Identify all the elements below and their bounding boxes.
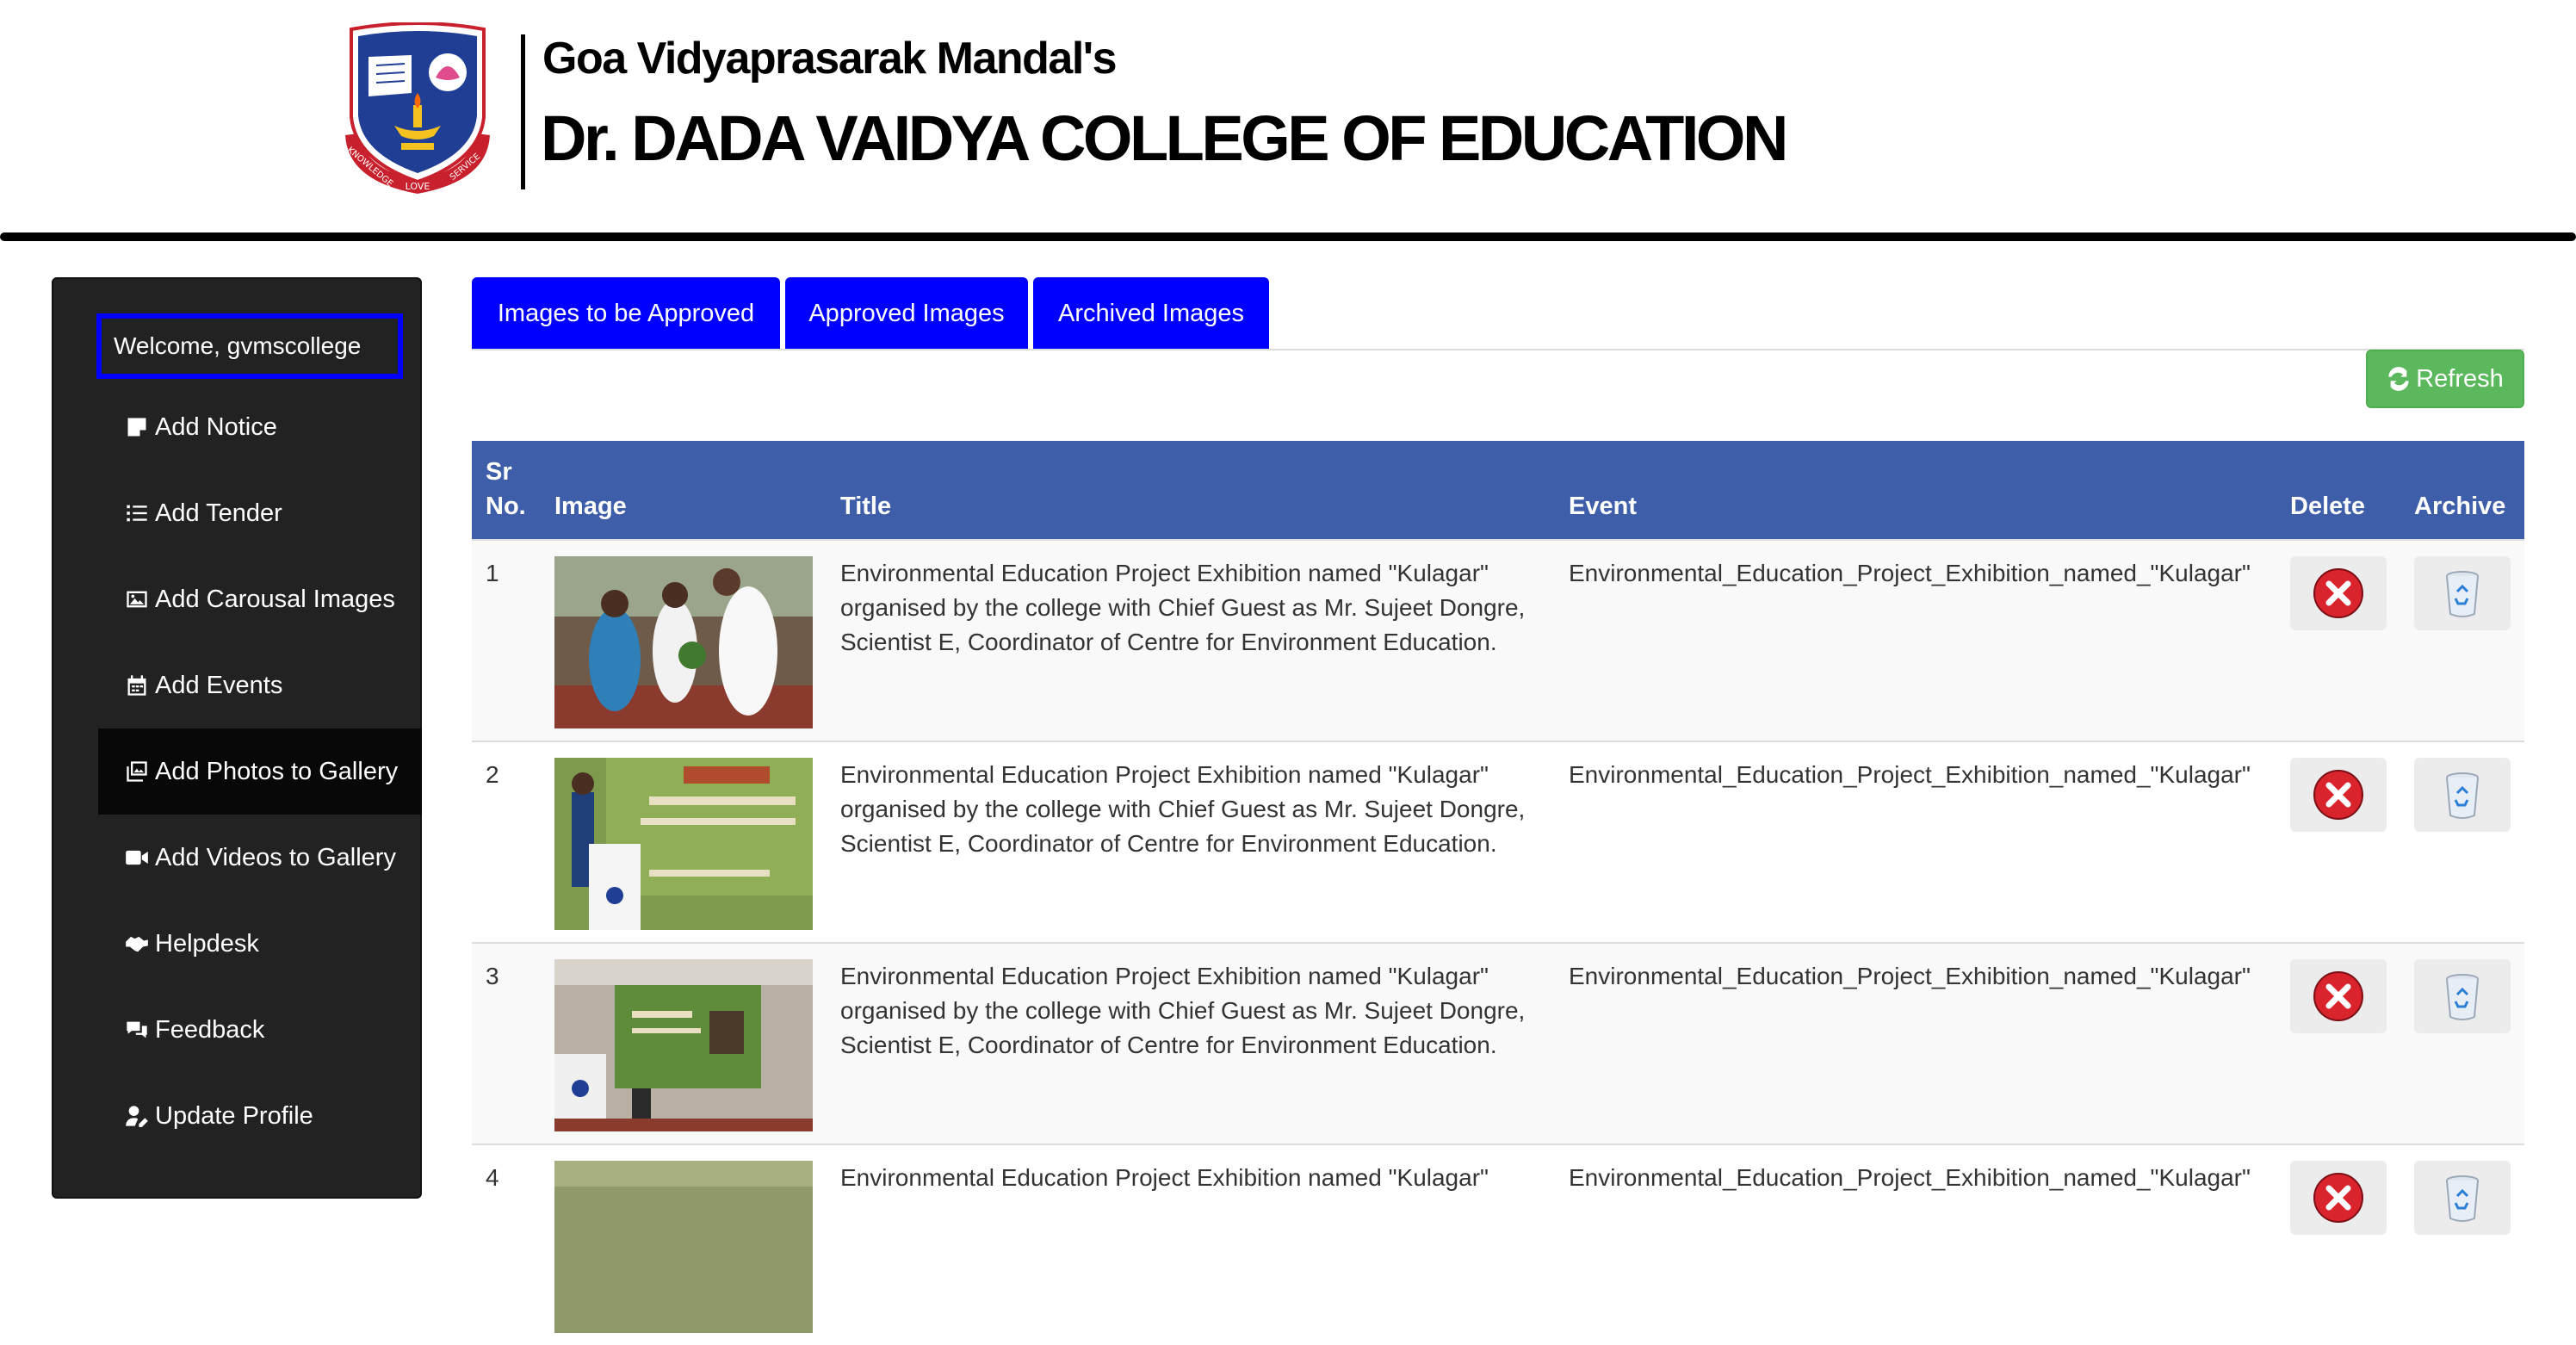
row-title: Environmental Education Project Exhibiti… (840, 1164, 1489, 1191)
refresh-icon (2388, 367, 2409, 391)
header-bottom-line (0, 232, 2576, 241)
row-event: Environmental_Education_Project_Exhibiti… (1569, 560, 2251, 586)
college-name: Dr. DADA VAIDYA COLLEGE OF EDUCATION (541, 102, 1788, 174)
tab-approved-images[interactable]: Approved Images (785, 277, 1028, 350)
sidebar-item-label: Add Tender (155, 499, 282, 527)
comments-icon (124, 1017, 150, 1043)
row-sr-no: 1 (486, 560, 499, 586)
tab-archived-images[interactable]: Archived Images (1033, 277, 1269, 350)
tab-images-to-be-approved[interactable]: Images to be Approved (472, 277, 780, 350)
image-icon (124, 586, 150, 612)
recycle-bin-icon (2446, 772, 2479, 819)
row-thumbnail[interactable] (554, 1161, 813, 1333)
user-edit-icon (124, 1103, 150, 1129)
images-icon (124, 759, 150, 784)
sidebar-item-label: Add Carousal Images (155, 585, 395, 613)
sidebar-item-helpdesk[interactable]: Helpdesk (98, 901, 422, 987)
delete-button[interactable] (2290, 959, 2387, 1033)
sidebar-item-label: Add Notice (155, 412, 277, 441)
table-row: 3 Environmental Education Project Exhibi… (472, 942, 2524, 1144)
archive-button[interactable] (2414, 758, 2511, 832)
row-event: Environmental_Education_Project_Exhibiti… (1569, 1164, 2251, 1191)
sidebar-item-add-notice[interactable]: Add Notice (98, 384, 422, 470)
logo-motto-middle: LOVE (406, 181, 430, 192)
sidebar-item-label: Add Videos to Gallery (155, 843, 396, 871)
row-thumbnail[interactable] (554, 556, 813, 728)
row-thumbnail[interactable] (554, 959, 813, 1131)
sidebar-item-add-events[interactable]: Add Events (98, 642, 422, 728)
row-sr-no: 2 (486, 761, 499, 788)
sidebar-item-add-carousal-images[interactable]: Add Carousal Images (98, 556, 422, 642)
sidebar-item-label: Add Events (155, 671, 283, 699)
images-table: Sr No. Image Title Event Delete Archive … (472, 441, 2524, 1345)
refresh-button[interactable]: Refresh (2366, 350, 2524, 408)
sidebar-item-label: Helpdesk (155, 929, 259, 958)
row-sr-no: 3 (486, 963, 499, 989)
sidebar-item-label: Add Photos to Gallery (155, 757, 399, 785)
header-event: Event (1569, 493, 1637, 520)
row-thumbnail[interactable] (554, 758, 813, 930)
delete-button[interactable] (2290, 556, 2387, 630)
table-row: 4 Environmental Education Project Exhibi… (472, 1144, 2524, 1345)
sidebar-item-add-videos-to-gallery[interactable]: Add Videos to Gallery (98, 815, 422, 901)
sidebar-item-add-photos-to-gallery[interactable]: Add Photos to Gallery (98, 728, 422, 815)
header-delete: Delete (2290, 493, 2366, 520)
sticky-note-icon (124, 414, 150, 440)
recycle-bin-icon (2446, 974, 2479, 1020)
sidebar-item-add-tender[interactable]: Add Tender (98, 470, 422, 556)
sidebar-item-update-profile[interactable]: Update Profile (98, 1073, 422, 1159)
header-divider (521, 34, 525, 189)
header-title: Title (840, 493, 892, 520)
org-name: Goa Vidyaprasarak Mandal's (542, 34, 1118, 84)
delete-x-icon (2313, 1173, 2363, 1223)
sidebar-item-label: Feedback (155, 1015, 265, 1044)
recycle-bin-icon (2446, 1175, 2479, 1222)
archive-button[interactable] (2414, 556, 2511, 630)
archive-button[interactable] (2414, 1161, 2511, 1235)
row-title: Environmental Education Project Exhibiti… (840, 963, 1526, 1058)
row-event: Environmental_Education_Project_Exhibiti… (1569, 963, 2251, 989)
refresh-label: Refresh (2416, 364, 2504, 393)
calendar-icon (124, 672, 150, 698)
admin-sidebar: Welcome, gvmscollege Add Notice Add Tend… (52, 277, 422, 1199)
table-row: 2 Environmental Education Project Exhibi… (472, 741, 2524, 942)
header-sr-line1: Sr (486, 458, 512, 486)
delete-x-icon (2313, 568, 2363, 618)
handshake-icon (124, 931, 150, 957)
header-image: Image (554, 493, 627, 520)
archive-button[interactable] (2414, 959, 2511, 1033)
row-title: Environmental Education Project Exhibiti… (840, 560, 1526, 655)
delete-button[interactable] (2290, 1161, 2387, 1235)
video-icon (124, 845, 150, 871)
welcome-user[interactable]: Welcome, gvmscollege (96, 313, 403, 379)
header-sr-line2: No. (486, 493, 526, 520)
recycle-bin-icon (2446, 571, 2479, 617)
delete-x-icon (2313, 971, 2363, 1021)
row-event: Environmental_Education_Project_Exhibiti… (1569, 761, 2251, 788)
row-title: Environmental Education Project Exhibiti… (840, 761, 1526, 857)
table-row: 1 Environmental Education Project Exhibi… (472, 539, 2524, 741)
college-crest-logo: LOVE KNOWLEDGE SERVICE (329, 22, 506, 200)
header-sr-no: Sr No. (486, 455, 526, 524)
site-header: LOVE KNOWLEDGE SERVICE Goa Vidyaprasarak… (0, 0, 2576, 241)
delete-button[interactable] (2290, 758, 2387, 832)
table-header: Sr No. Image Title Event Delete Archive (472, 441, 2524, 539)
sidebar-item-label: Update Profile (155, 1101, 313, 1130)
delete-x-icon (2313, 770, 2363, 820)
sidebar-item-feedback[interactable]: Feedback (98, 987, 422, 1073)
tabs-divider (472, 349, 2524, 350)
row-sr-no: 4 (486, 1164, 499, 1191)
list-icon (124, 500, 150, 526)
header-archive: Archive (2414, 493, 2506, 520)
